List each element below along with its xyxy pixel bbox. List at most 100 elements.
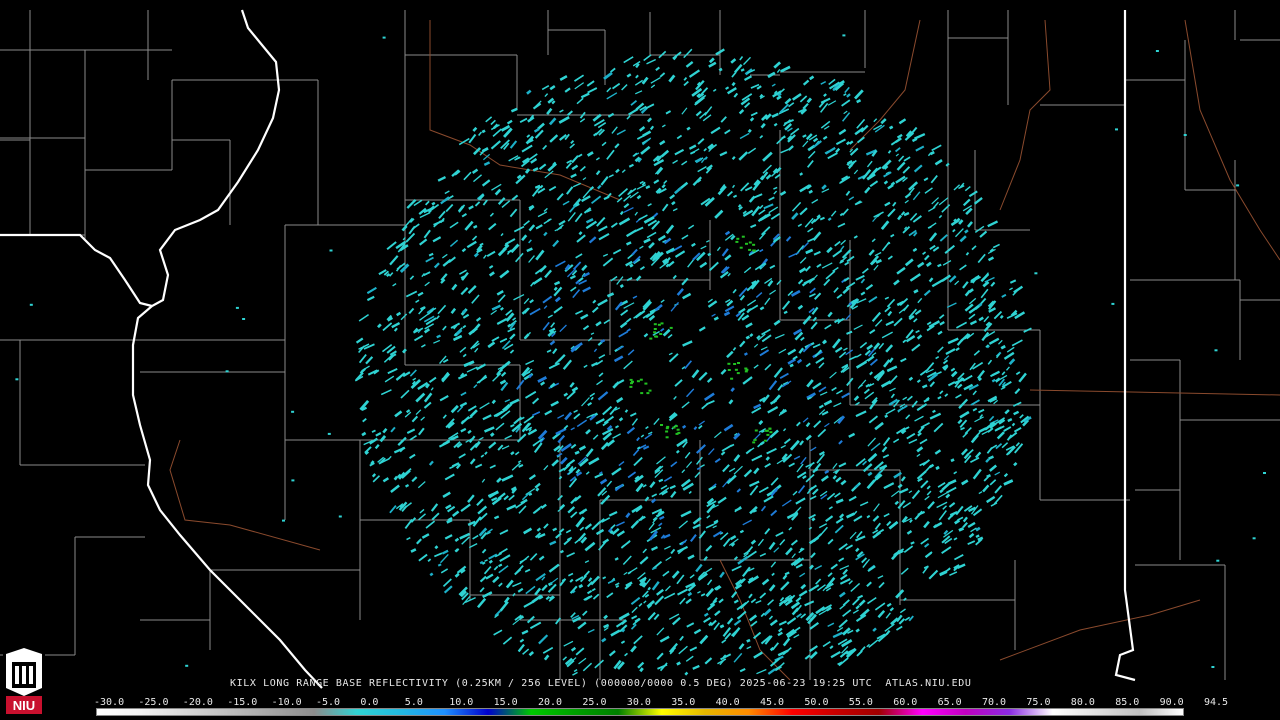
echo-streak <box>778 348 787 354</box>
echo-streak <box>590 575 600 586</box>
echo-streak <box>632 448 640 457</box>
echo-streak <box>802 343 812 353</box>
echo-streak <box>544 269 553 279</box>
echo-streak <box>738 151 749 161</box>
echo-streak <box>620 540 631 549</box>
echo-streak <box>845 349 853 356</box>
echo-streak <box>582 325 590 331</box>
echo-streak <box>355 337 364 344</box>
echo-streak <box>640 145 651 155</box>
echo-streak <box>929 150 935 156</box>
echo-streak <box>603 614 609 620</box>
echo-streak <box>834 524 844 534</box>
echo-streak <box>706 400 715 405</box>
echo-streak <box>848 495 857 502</box>
echo-streak <box>731 81 736 87</box>
echo-streak <box>598 372 604 377</box>
echo-streak <box>663 592 676 600</box>
echo-streak <box>619 210 624 216</box>
echo-streak <box>890 490 900 498</box>
echo-streak <box>472 224 478 229</box>
echo-streak <box>736 488 741 493</box>
echo-streak <box>443 585 453 594</box>
colorbar-tick-label: 90.0 <box>1159 697 1184 708</box>
echo-streak <box>478 527 488 537</box>
echo-streak <box>538 555 545 561</box>
colorbar-tick-label: -15.0 <box>227 697 258 708</box>
echo-streak-moderate <box>745 368 749 371</box>
echo-streak <box>919 438 928 445</box>
echo-streak <box>624 409 629 413</box>
echo-streak <box>937 395 942 400</box>
echo-streak <box>637 661 645 669</box>
echo-streak <box>590 396 594 401</box>
echo-streak <box>1003 479 1014 486</box>
echo-streak <box>678 645 688 655</box>
echo-streak <box>713 316 719 321</box>
echo-streak <box>462 324 467 329</box>
echo-speck <box>235 306 239 309</box>
echo-streak <box>394 410 403 418</box>
echo-streak <box>686 461 693 468</box>
echo-streak <box>959 264 967 271</box>
echo-streak <box>558 219 566 226</box>
echo-streak <box>707 298 713 303</box>
echo-streak <box>884 306 891 313</box>
echo-streak <box>675 449 680 454</box>
echo-streak <box>903 597 907 602</box>
echo-streak <box>731 71 737 78</box>
echo-streak <box>885 612 891 619</box>
echo-streak <box>881 446 888 453</box>
echo-streak <box>684 452 691 459</box>
echo-streak <box>873 461 884 471</box>
echo-streak <box>688 490 692 495</box>
echo-streak <box>417 291 424 297</box>
echo-streak <box>750 539 757 545</box>
echo-streak <box>769 399 778 405</box>
echo-streak <box>947 479 957 486</box>
echo-streak <box>866 581 872 588</box>
echo-streak <box>750 620 758 627</box>
echo-streak <box>805 362 811 368</box>
echo-streak <box>782 300 791 310</box>
echo-streak <box>557 434 566 444</box>
echo-streak <box>820 120 831 129</box>
echo-streak <box>468 327 478 336</box>
echo-streak <box>600 176 609 186</box>
echo-streak <box>709 57 715 64</box>
echo-streak <box>557 414 565 419</box>
echo-streak <box>473 252 479 258</box>
echo-streak <box>750 598 757 604</box>
echo-streak <box>626 277 633 282</box>
echo-streak <box>495 422 505 431</box>
echo-streak <box>824 324 832 330</box>
echo-streak <box>479 402 490 410</box>
echo-streak-moderate <box>659 333 663 335</box>
echo-streak <box>597 391 609 401</box>
echo-streak <box>856 118 866 129</box>
echo-streak <box>415 299 420 304</box>
echo-streak <box>429 572 434 577</box>
echo-streak <box>823 278 831 286</box>
echo-streak <box>818 386 827 393</box>
echo-streak <box>887 149 892 154</box>
echo-streak <box>890 393 895 399</box>
echo-streak <box>749 485 759 496</box>
echo-streak <box>821 184 827 190</box>
echo-streak <box>639 667 644 673</box>
echo-streak <box>945 493 951 499</box>
echo-streak <box>497 247 507 257</box>
echo-streak <box>459 346 467 353</box>
echo-streak <box>611 467 622 476</box>
echo-speck <box>1155 50 1159 52</box>
echo-streak <box>731 156 736 160</box>
echo-streak <box>959 235 967 243</box>
echo-streak <box>631 615 638 620</box>
echo-streak <box>804 600 815 607</box>
echo-streak <box>552 348 558 355</box>
echo-streak <box>533 507 541 514</box>
echo-streak <box>438 441 449 448</box>
echo-streak <box>496 290 504 296</box>
echo-streak <box>868 249 875 256</box>
echo-streak <box>832 631 844 639</box>
